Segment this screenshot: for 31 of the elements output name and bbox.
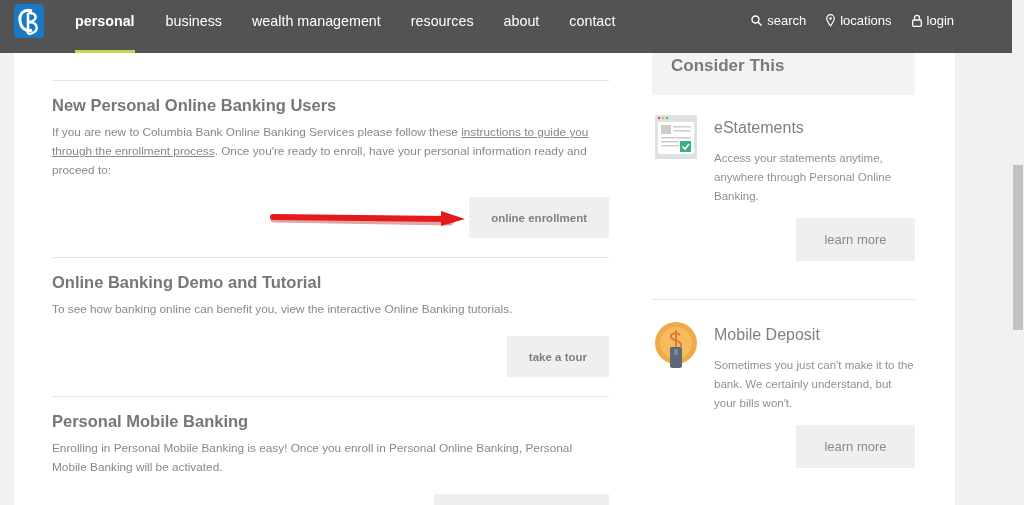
logo-icon (14, 3, 44, 38)
nav-link[interactable]: personal (75, 0, 135, 53)
search-icon (751, 14, 763, 26)
section-button[interactable]: online enrollment (469, 197, 609, 238)
card-title: Mobile Deposit (714, 326, 821, 344)
instructions-link[interactable]: instructions to guide you (461, 125, 589, 139)
location-pin-icon (826, 13, 836, 27)
section-button[interactable]: take a tour (506, 336, 609, 377)
coin-icon (655, 322, 697, 370)
utility-link[interactable]: locations (826, 12, 892, 28)
nav-link[interactable]: business (150, 0, 238, 53)
card-text: Sometimes you just can't make it to the bank. We certainly understand, but your bills won't. (714, 358, 915, 411)
nav-link[interactable]: contact (554, 0, 631, 53)
nav-link[interactable]: wealth management (237, 0, 396, 53)
card-title: eStatements (714, 119, 805, 137)
nav-link[interactable]: resources (395, 0, 489, 53)
lock-icon (911, 13, 922, 27)
document-icon (655, 115, 697, 161)
section-text: Enrolling in Personal Mobile Banking is easy! Once you enroll in Personal Online Banking, Personal Mobile Banking will be activated. (52, 440, 573, 476)
nav-link[interactable]: about (488, 0, 555, 53)
utility-link[interactable]: login (911, 12, 954, 28)
sidebar-title: Consider This (671, 56, 785, 75)
instructions-link[interactable]: through the enrollment process (52, 144, 215, 158)
card-text: Access your statements anytime, anywhere through Personal Online Banking. (714, 151, 893, 204)
section-heading: Personal Mobile Banking (52, 412, 250, 431)
section-heading: New Personal Online Banking Users (52, 96, 338, 115)
scrollbar-thumb[interactable] (1013, 165, 1023, 330)
section-text: To see how banking online can benefit you, view the interactive Online Banking tutorials. (52, 301, 514, 318)
utility-link[interactable]: search (751, 12, 807, 28)
section-heading: Online Banking Demo and Tutorial (52, 273, 323, 292)
section-text: If you are new to Columbia Bank Online Banking Services please follow these instructions to guide you through the enrollment process. Once you're ready to enroll, have your personal information ready and proceed to: (52, 124, 590, 179)
